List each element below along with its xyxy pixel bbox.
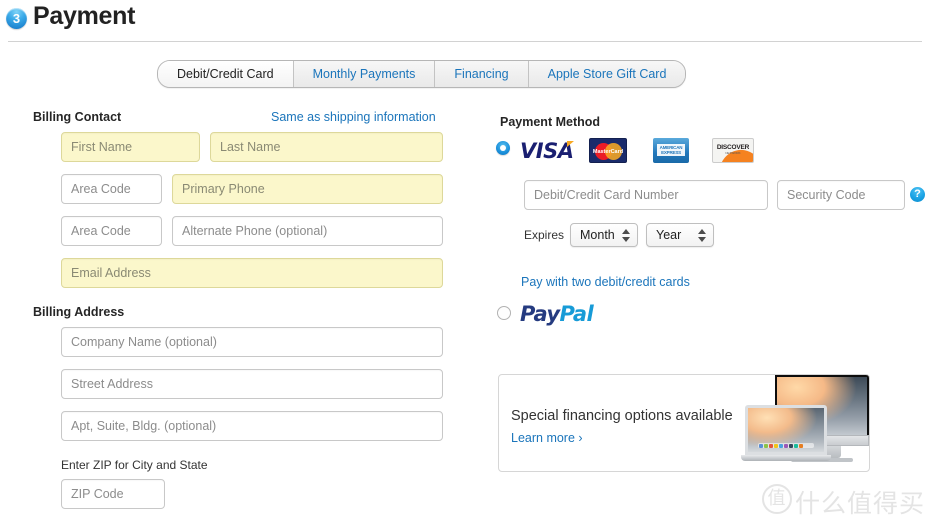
payment-method-heading: Payment Method — [500, 115, 601, 129]
discover-wordmark: DISCOVER — [716, 144, 750, 151]
visa-swoosh-icon — [567, 141, 575, 147]
expiry-month-select[interactable]: Month — [570, 223, 638, 247]
street-address-input[interactable] — [61, 369, 443, 399]
first-name-input[interactable] — [61, 132, 200, 162]
security-code-input[interactable] — [777, 180, 905, 210]
mac-products-image:  — [741, 375, 869, 471]
zip-code-input[interactable] — [61, 479, 165, 509]
mastercard-wordmark: MasterCard — [592, 149, 624, 155]
expires-label: Expires — [524, 228, 565, 242]
radio-credit-card[interactable] — [496, 141, 510, 155]
card-number-input[interactable] — [524, 180, 768, 210]
visa-wordmark: VISA — [520, 139, 574, 163]
paypal-wordmark-pal: Pal — [559, 302, 594, 326]
billing-contact-heading: Billing Contact — [33, 110, 122, 124]
alternate-phone-input[interactable] — [172, 216, 443, 246]
financing-promo-box[interactable]: Special financing options available Lear… — [498, 374, 870, 472]
apt-suite-input[interactable] — [61, 411, 443, 441]
tab-monthly-payments[interactable]: Monthly Payments — [292, 61, 435, 87]
mastercard-logo: MasterCard — [589, 138, 627, 163]
payment-tab-bar: Debit/Credit Card Monthly Payments Finan… — [157, 60, 687, 88]
paypal-logo: PayPal — [520, 302, 594, 326]
macbook-air-base — [741, 455, 831, 461]
paypal-wordmark-pay: Pay — [520, 302, 560, 326]
page-title: Payment — [33, 2, 136, 30]
header-divider — [8, 41, 922, 42]
macbook-air-display — [745, 405, 827, 455]
pay-with-two-cards-link[interactable]: Pay with two debit/credit cards — [521, 275, 690, 289]
watermark-badge: 值 — [762, 484, 792, 514]
expiry-month-value: Month — [580, 228, 615, 242]
security-code-help-icon[interactable]: ? — [910, 187, 925, 202]
discover-logo: DISCOVER NETWORK — [712, 138, 754, 163]
chevron-updown-icon — [698, 229, 706, 243]
same-as-shipping-link[interactable]: Same as shipping information — [271, 110, 436, 124]
tab-debit-credit-card[interactable]: Debit/Credit Card — [158, 61, 293, 87]
tab-financing[interactable]: Financing — [434, 61, 528, 87]
macos-dock — [758, 443, 814, 448]
amex-logo: AMERICAN EXPRESS — [653, 138, 689, 163]
site-watermark: 值什么值得买 — [762, 484, 925, 520]
expiry-year-value: Year — [656, 228, 682, 242]
step-number-badge: 3 — [6, 8, 27, 29]
last-name-input[interactable] — [210, 132, 443, 162]
promo-learn-more-link[interactable]: Learn more › — [511, 431, 583, 445]
primary-area-code-input[interactable] — [61, 174, 162, 204]
watermark-text: 什么值得买 — [795, 489, 926, 518]
amex-wordmark-line2: EXPRESS — [661, 150, 681, 155]
radio-paypal[interactable] — [497, 306, 511, 320]
company-name-input[interactable] — [61, 327, 443, 357]
visa-logo: VISA — [520, 139, 575, 163]
alternate-area-code-input[interactable] — [61, 216, 162, 246]
discover-sub-wordmark: NETWORK — [725, 151, 741, 155]
email-input[interactable] — [61, 258, 443, 288]
billing-address-heading: Billing Address — [33, 305, 125, 319]
page-header: 3 Payment — [0, 0, 930, 42]
zip-hint-label: Enter ZIP for City and State — [61, 458, 208, 472]
primary-phone-input[interactable] — [172, 174, 443, 204]
expiry-year-select[interactable]: Year — [646, 223, 714, 247]
promo-title: Special financing options available — [511, 408, 733, 424]
tab-apple-store-gift-card[interactable]: Apple Store Gift Card — [527, 61, 686, 87]
chevron-updown-icon — [622, 229, 630, 243]
